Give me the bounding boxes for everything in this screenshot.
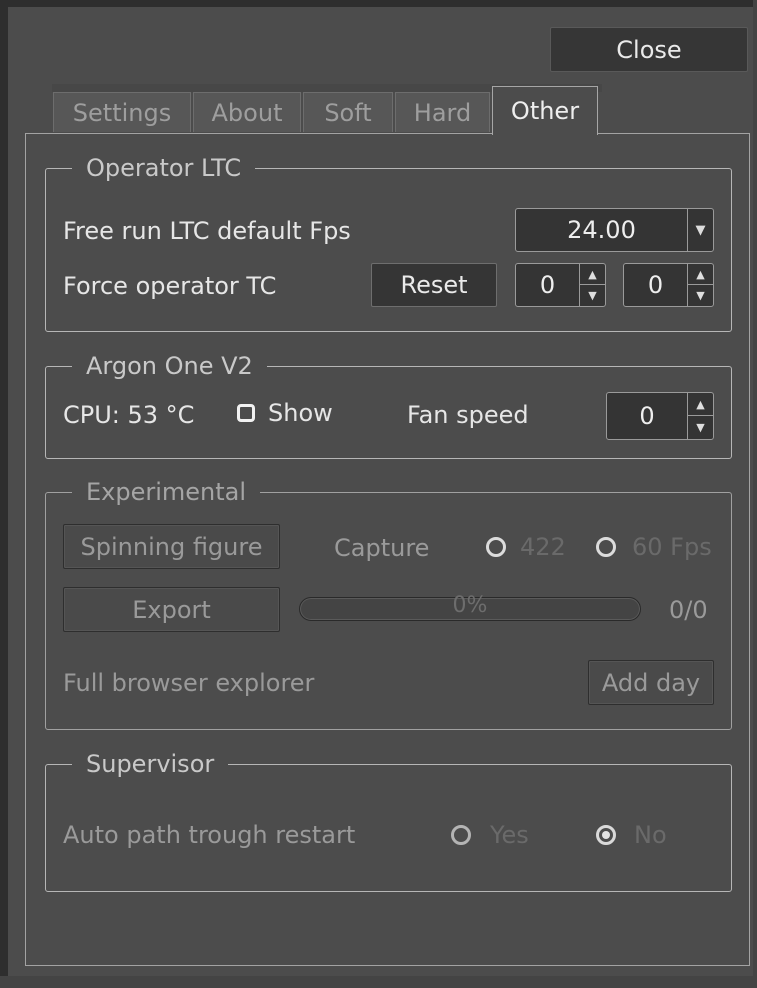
tc-spinbox-2-value: 0 (647, 271, 664, 299)
export-progress-bar: 0% (299, 593, 641, 621)
add-day-button[interactable]: Add day (588, 660, 714, 705)
tab-hard[interactable]: Hard (395, 92, 490, 132)
cpu-temp-label: CPU: 53 °C (63, 401, 195, 429)
spin-down-icon[interactable]: ▼ (688, 416, 713, 439)
window-bottom-edge (0, 976, 757, 988)
reset-button[interactable]: Reset (371, 263, 497, 307)
tab-about[interactable]: About (193, 92, 301, 132)
progress-text: 0% (452, 593, 488, 618)
tab-settings[interactable]: Settings (53, 92, 191, 132)
export-counter: 0/0 (669, 596, 708, 624)
force-tc-label: Force operator TC (63, 272, 277, 300)
spin-up-icon[interactable]: ▲ (688, 264, 713, 285)
tc-spinbox-2[interactable]: 0 ▲ ▼ (623, 263, 714, 307)
tc-spinbox-1-value: 0 (539, 271, 556, 299)
radio-no-label: No (634, 821, 667, 849)
radio-no[interactable] (596, 825, 616, 845)
show-label: Show (268, 399, 333, 427)
window-right-edge (753, 0, 757, 988)
capture-label: Capture (334, 534, 430, 562)
fan-speed-arrows: ▲ ▼ (687, 393, 713, 439)
radio-422-label: 422 (520, 533, 566, 561)
spin-up-icon[interactable]: ▲ (580, 264, 605, 285)
close-button[interactable]: Close (550, 27, 748, 72)
browser-explorer-label: Full browser explorer (63, 669, 315, 697)
export-button[interactable]: Export (63, 587, 280, 632)
radio-422[interactable] (486, 537, 506, 557)
supervisor-title: Supervisor (72, 749, 229, 779)
tc-spinbox-1-arrows: ▲ ▼ (579, 264, 605, 306)
window-top-edge (0, 0, 757, 7)
spinning-figure-button[interactable]: Spinning figure (63, 524, 280, 569)
fan-speed-spinbox[interactable]: 0 ▲ ▼ (606, 392, 714, 440)
show-checkbox[interactable] (237, 404, 255, 422)
chevron-down-icon[interactable]: ▼ (687, 209, 713, 251)
fps-dropdown[interactable]: 24.00 ▼ (515, 208, 714, 252)
tc-spinbox-2-arrows: ▲ ▼ (687, 264, 713, 306)
fps-value: 24.00 (567, 216, 636, 244)
fps-label: Free run LTC default Fps (63, 217, 351, 245)
auto-path-label: Auto path trough restart (63, 821, 356, 849)
experimental-title: Experimental (72, 477, 261, 507)
fan-speed-value: 0 (639, 402, 655, 430)
argon-title: Argon One V2 (72, 351, 267, 381)
tab-other[interactable]: Other (492, 86, 598, 135)
radio-60fps-label: 60 Fps (632, 533, 712, 561)
spin-down-icon[interactable]: ▼ (580, 285, 605, 306)
radio-yes[interactable] (451, 825, 471, 845)
spin-down-icon[interactable]: ▼ (688, 285, 713, 306)
operator-ltc-title: Operator LTC (72, 153, 256, 183)
radio-yes-label: Yes (490, 821, 529, 849)
tc-spinbox-1[interactable]: 0 ▲ ▼ (515, 263, 606, 307)
tab-soft[interactable]: Soft (303, 92, 393, 132)
window-left-edge (0, 0, 8, 988)
fan-speed-label: Fan speed (407, 401, 529, 429)
spin-up-icon[interactable]: ▲ (688, 393, 713, 416)
radio-60fps[interactable] (596, 537, 616, 557)
